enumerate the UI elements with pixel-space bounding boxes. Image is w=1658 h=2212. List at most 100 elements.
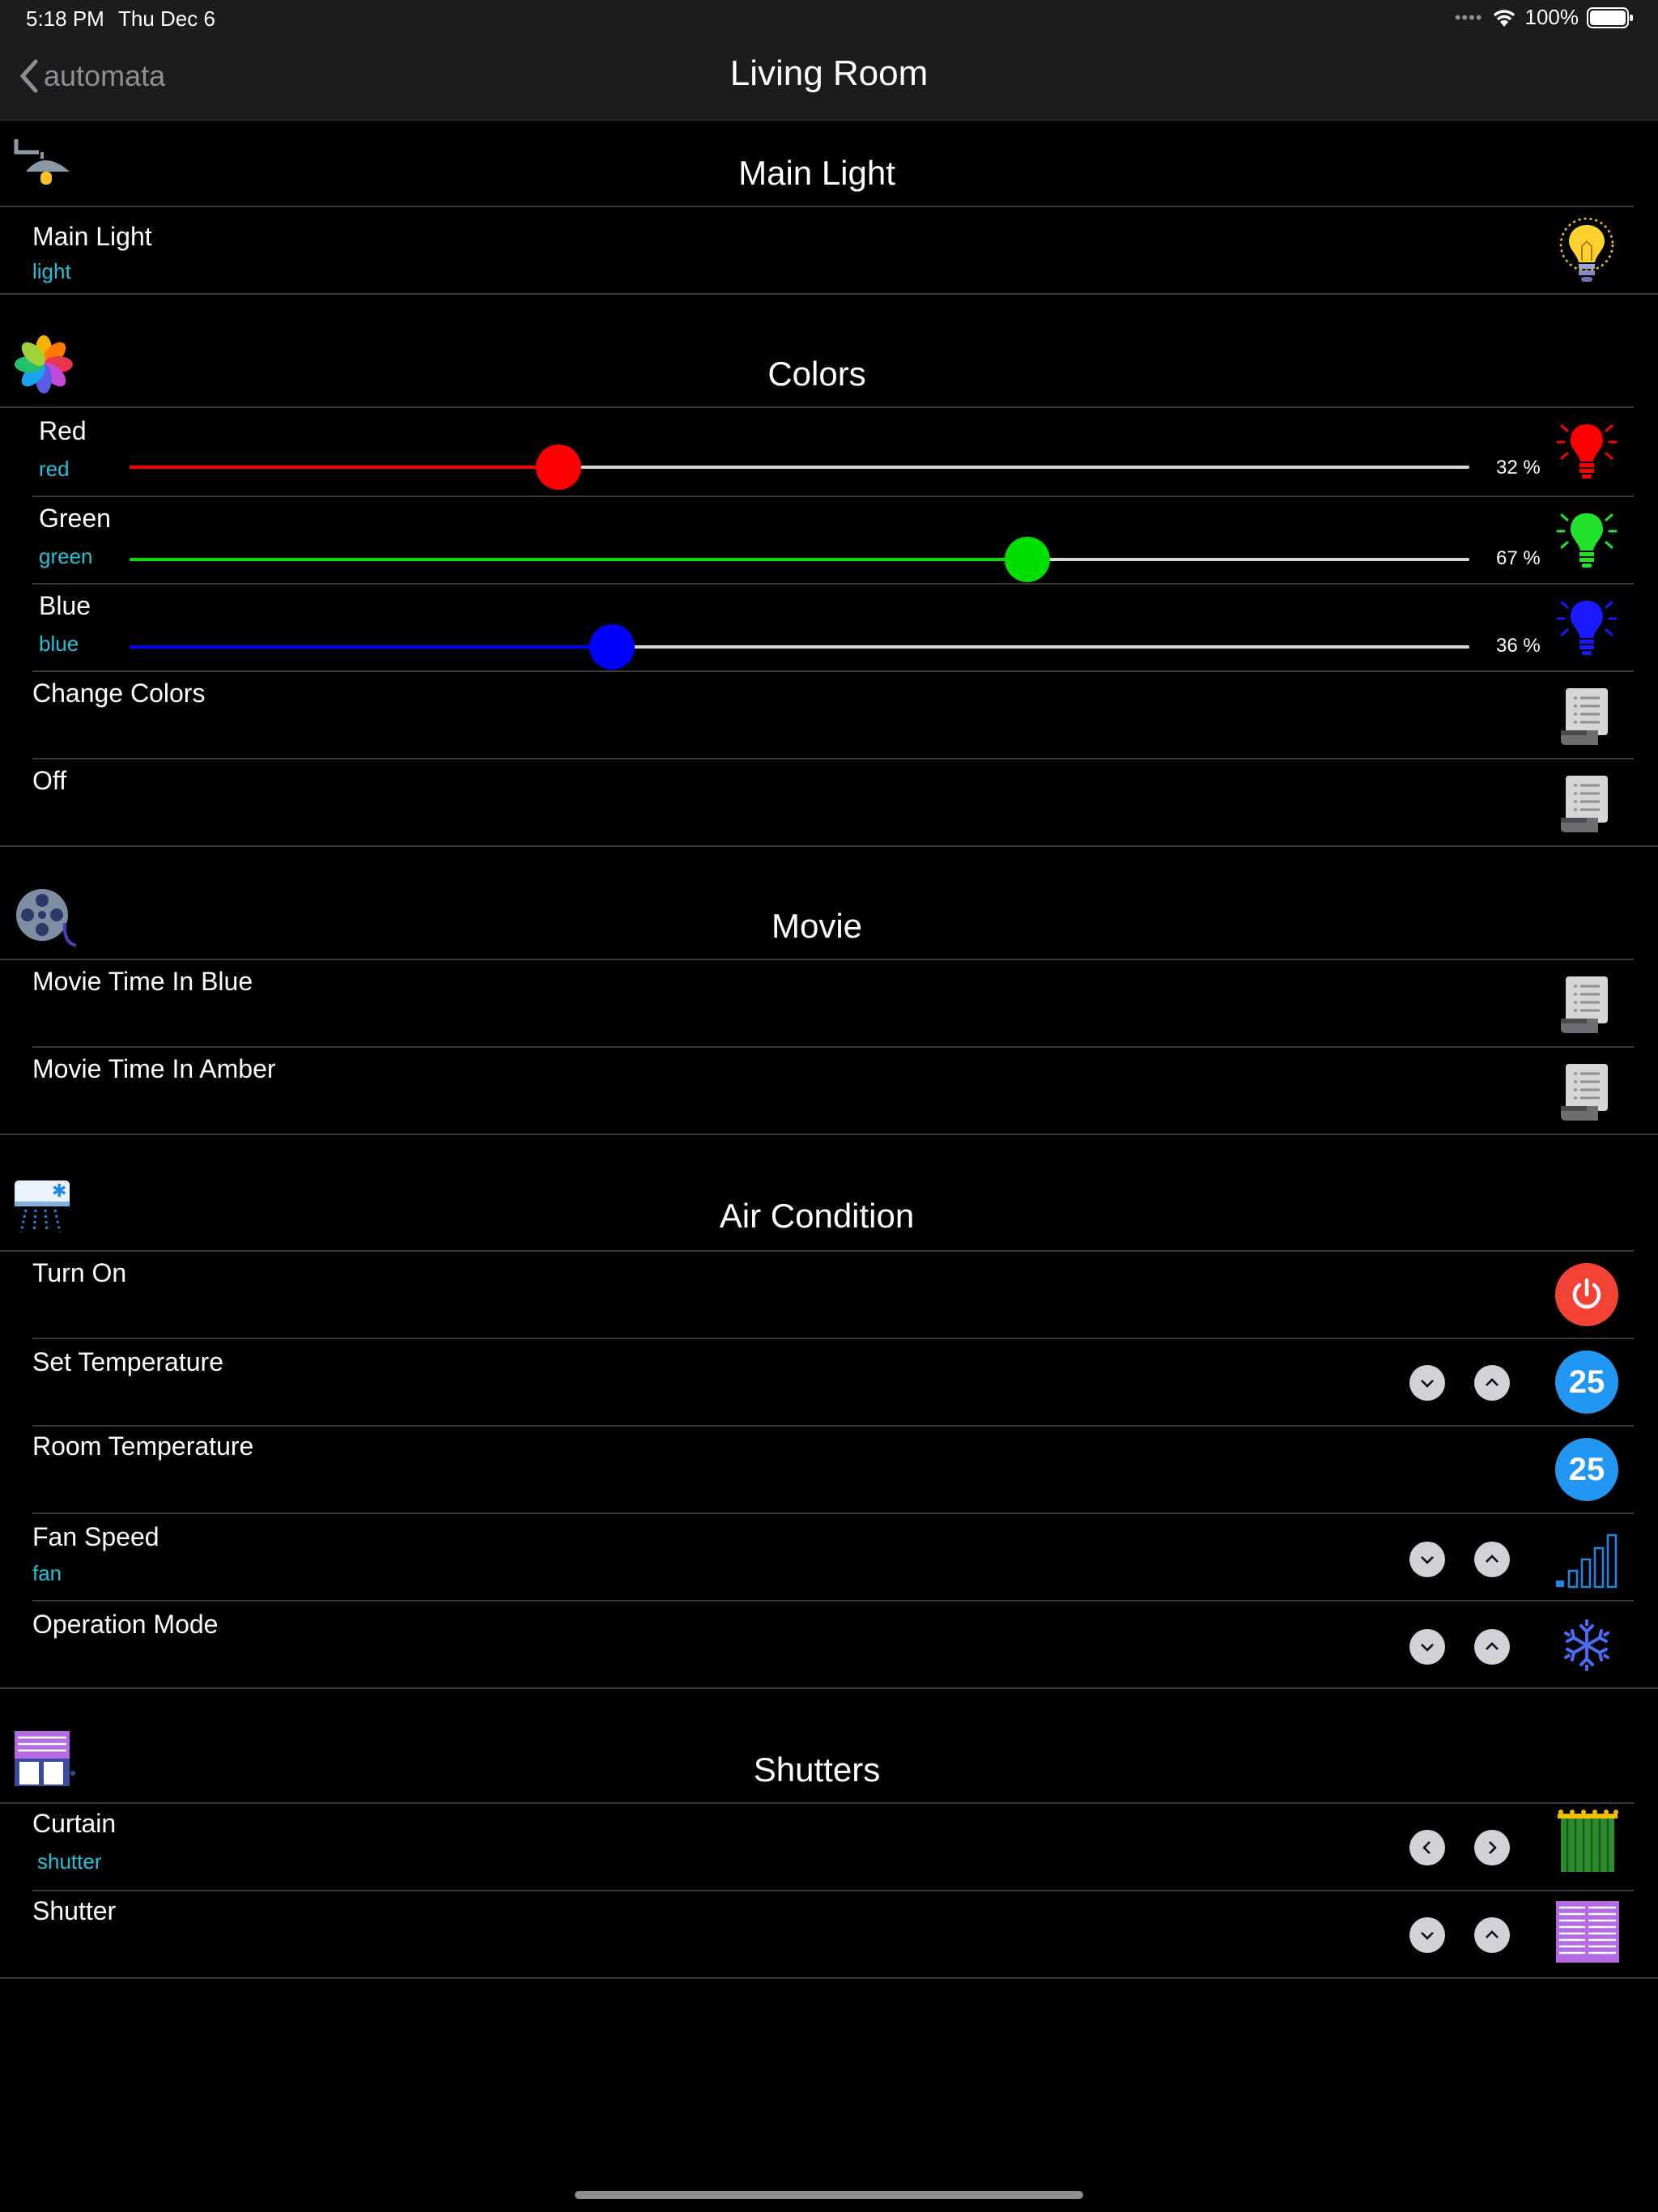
set-temperature-value: 25 — [1555, 1351, 1618, 1414]
slider-thumb[interactable] — [589, 624, 635, 670]
chevron-down-icon — [1421, 1380, 1434, 1388]
right-button[interactable] — [1474, 1830, 1510, 1865]
item-label: Movie Time In Blue — [32, 967, 253, 996]
divider — [0, 1977, 1658, 1979]
list-item-set-temperature: Set Temperature 25 — [0, 1339, 1634, 1427]
home-indicator[interactable] — [575, 2191, 1083, 2199]
divider — [0, 1134, 1658, 1135]
lightbulb-icon[interactable] — [1554, 217, 1619, 285]
item-label: Room Temperature — [32, 1431, 254, 1461]
section-title: Main Light — [738, 154, 895, 192]
chevron-up-icon — [1486, 1930, 1499, 1938]
section-title: Movie — [771, 907, 863, 945]
navigation-bar: automata Living Room — [0, 39, 1658, 121]
status-time: 5:18 PM — [26, 6, 104, 31]
status-date: Thu Dec 6 — [118, 6, 215, 31]
slider-thumb[interactable] — [535, 445, 581, 490]
blue-bulb-icon[interactable] — [1554, 594, 1619, 662]
section-air-condition: ✱ Air Condition — [0, 1161, 1658, 1250]
item-label: Fan Speed — [32, 1522, 159, 1551]
decrease-button[interactable] — [1409, 1542, 1445, 1577]
chevron-up-icon — [1486, 1555, 1499, 1563]
item-label: Red — [39, 416, 87, 445]
script-icon[interactable] — [1554, 683, 1619, 751]
list-item-turn-on[interactable]: Turn On — [0, 1252, 1634, 1339]
item-label: Change Colors — [32, 678, 206, 708]
section-shutters: Shutters — [0, 1713, 1658, 1802]
list-item-off[interactable]: Off — [0, 759, 1634, 847]
power-icon[interactable] — [1555, 1263, 1618, 1326]
chevron-down-icon — [1421, 1932, 1434, 1940]
power-symbol-icon — [1572, 1278, 1601, 1309]
increase-button[interactable] — [1474, 1629, 1510, 1665]
script-icon[interactable] — [1554, 972, 1619, 1040]
battery-percent: 100% — [1524, 5, 1579, 29]
divider — [0, 845, 1658, 847]
item-label: Movie Time In Amber — [32, 1054, 276, 1083]
chevron-left-icon — [1422, 1841, 1431, 1854]
slider-value: 36 % — [1496, 635, 1541, 657]
status-indicators: •••• 100% — [1455, 5, 1634, 30]
section-title: Shutters — [753, 1750, 881, 1789]
item-label: Shutter — [32, 1896, 117, 1925]
page-title: Living Room — [729, 53, 929, 93]
item-sublabel: red — [39, 457, 70, 481]
item-sublabel: green — [39, 544, 93, 568]
slider-value: 32 % — [1496, 457, 1541, 479]
script-icon[interactable] — [1554, 771, 1619, 839]
decrease-button[interactable] — [1409, 1629, 1445, 1665]
decrease-button[interactable] — [1409, 1365, 1445, 1401]
increase-button[interactable] — [1474, 1365, 1510, 1401]
snowflake-icon[interactable] — [1554, 1611, 1619, 1679]
list-item-room-temperature: Room Temperature 25 — [0, 1427, 1634, 1514]
list-item-green: Green green 67 % — [0, 497, 1634, 585]
item-label: Operation Mode — [32, 1610, 219, 1639]
list-item-operation-mode: Operation Mode — [0, 1602, 1634, 1689]
curtain-icon[interactable] — [1554, 1807, 1619, 1875]
item-sublabel: shutter — [37, 1849, 102, 1874]
slider-fill — [130, 558, 1027, 561]
shutter-icon[interactable] — [1554, 1898, 1619, 1966]
list-item-shutter: Shutter — [0, 1891, 1634, 1979]
item-label: Green — [39, 504, 111, 533]
chevron-up-icon — [1486, 1378, 1499, 1386]
list-item-movie-amber[interactable]: Movie Time In Amber — [0, 1048, 1634, 1135]
increase-button[interactable] — [1474, 1542, 1510, 1577]
divider — [0, 293, 1658, 295]
section-title: Colors — [767, 355, 866, 393]
section-colors: Colors — [0, 319, 1658, 406]
green-bulb-icon[interactable] — [1554, 507, 1619, 575]
green-slider[interactable] — [130, 537, 1469, 582]
chevron-down-icon — [1421, 1556, 1434, 1564]
section-movie: Movie — [0, 871, 1658, 959]
item-label: Blue — [39, 591, 91, 620]
list-item-curtain: Curtain shutter — [0, 1804, 1634, 1891]
battery-icon — [1587, 6, 1633, 28]
red-slider[interactable] — [130, 445, 1469, 490]
left-button[interactable] — [1409, 1830, 1445, 1865]
item-label: Curtain — [32, 1809, 117, 1838]
list-item-blue: Blue blue 36 % — [0, 585, 1634, 672]
item-label: Turn On — [32, 1258, 127, 1287]
item-label: Off — [32, 766, 67, 795]
list-item-main-light[interactable]: Main Light light — [0, 207, 1634, 295]
list-item-change-colors[interactable]: Change Colors — [0, 672, 1634, 759]
slider-fill — [130, 466, 559, 469]
chevron-up-icon — [1486, 1642, 1499, 1650]
red-bulb-icon[interactable] — [1554, 418, 1619, 486]
fan-speed-bars-icon[interactable] — [1554, 1524, 1619, 1592]
list-item-movie-blue[interactable]: Movie Time In Blue — [0, 960, 1634, 1048]
slider-thumb[interactable] — [1004, 537, 1050, 582]
item-sublabel: fan — [32, 1561, 62, 1585]
increase-button[interactable] — [1474, 1917, 1510, 1953]
item-sublabel: light — [32, 259, 71, 283]
status-bar: 5:18 PM Thu Dec 6 •••• 100% — [0, 0, 1658, 39]
blue-slider[interactable] — [130, 624, 1469, 670]
script-icon[interactable] — [1554, 1059, 1619, 1127]
item-label: Main Light — [32, 222, 152, 251]
decrease-button[interactable] — [1409, 1917, 1445, 1953]
wifi-icon — [1493, 9, 1515, 27]
chevron-down-icon — [1421, 1644, 1434, 1652]
item-label: Set Temperature — [32, 1347, 223, 1376]
list-item-red: Red red 32 % — [0, 408, 1634, 496]
